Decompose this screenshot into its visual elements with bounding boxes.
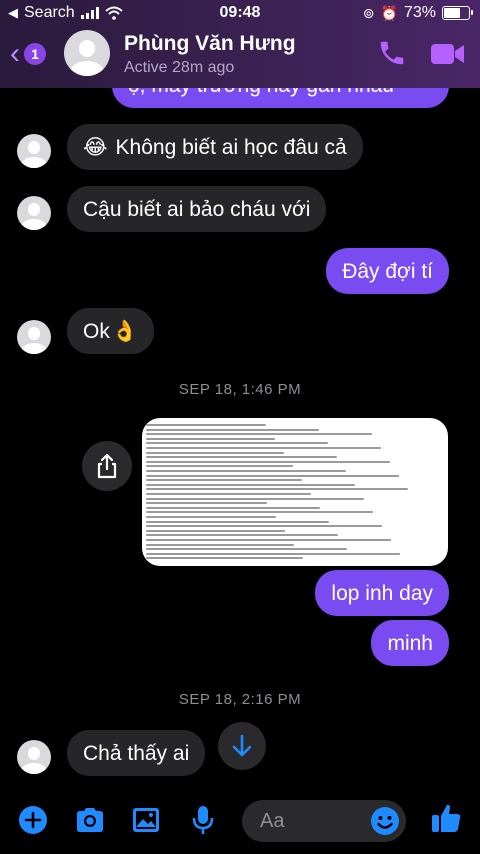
scroll-to-bottom-button[interactable] (218, 722, 266, 770)
contact-avatar[interactable] (17, 134, 51, 168)
thumbs-up-icon (432, 804, 461, 832)
message-text: minh (387, 631, 433, 655)
message-incoming[interactable]: Cậu biết ai bảo cháu với (67, 186, 327, 232)
more-actions-button[interactable] (17, 804, 49, 836)
screenshot-text-line (146, 474, 399, 477)
status-bar: ◀ Search 09:48 ⊚ ⏰ 73% (0, 0, 480, 26)
screenshot-text-line (146, 516, 276, 518)
screenshot-text-line (146, 543, 294, 546)
message-emoji: 😂 (83, 135, 108, 159)
camera-icon (77, 808, 103, 832)
message-text: Cậu biết ai bảo cháu với (83, 197, 311, 221)
screenshot-text-line (146, 557, 303, 560)
unread-count-badge: 1 (24, 43, 46, 65)
screenshot-text-line (146, 552, 400, 555)
screenshot-text-line (146, 479, 302, 482)
message-text: Đây đợi tí (342, 259, 433, 283)
contact-avatar[interactable] (17, 196, 51, 230)
message-text: Ok (83, 319, 110, 343)
emoji-icon[interactable] (370, 806, 400, 836)
message-incoming[interactable]: 😂 Không biết ai học đâu cả (67, 124, 363, 170)
contact-avatar-header[interactable] (64, 30, 110, 76)
message-text: Chả thấy ai (83, 741, 190, 765)
video-camera-icon (431, 44, 464, 64)
contact-name[interactable]: Phùng Văn Hưng (124, 32, 296, 56)
like-button[interactable] (430, 802, 462, 834)
message-input[interactable]: Aa (242, 800, 406, 842)
video-call-button[interactable] (430, 42, 466, 71)
screenshot-text-line (146, 520, 329, 523)
back-button[interactable]: ‹ 1 (10, 37, 46, 70)
gallery-icon (133, 808, 159, 832)
screenshot-text-line (146, 548, 347, 551)
call-button[interactable] (377, 38, 407, 73)
share-button[interactable] (82, 441, 132, 491)
screenshot-text-line (146, 456, 337, 459)
timestamp: SEP 18, 1:46 PM (178, 381, 302, 398)
screenshot-text-line (146, 428, 319, 431)
share-icon (97, 453, 117, 479)
screenshot-text-line (146, 497, 364, 500)
microphone-icon (192, 806, 214, 834)
screenshot-text-line (146, 465, 293, 468)
message-outgoing[interactable]: Đây đợi tí (326, 248, 449, 294)
screenshot-text-line (146, 534, 338, 537)
screenshot-text-line (146, 539, 391, 541)
screenshot-text-line (146, 529, 285, 532)
message-emoji: 👌 (111, 319, 138, 343)
screenshot-text-line (146, 424, 266, 426)
alarm-icon: ⏰ (380, 4, 398, 21)
screenshot-text-line (146, 437, 275, 440)
composer-bar (0, 790, 480, 854)
status-right: ⊚ ⏰ 73% (362, 4, 473, 22)
screenshot-text-line (146, 433, 372, 436)
plus-icon (19, 806, 47, 834)
screenshot-text-line (146, 511, 373, 514)
camera-button[interactable] (74, 804, 106, 836)
message-input-placeholder: Aa (260, 810, 285, 832)
battery-percent: 73% (403, 4, 436, 21)
timestamp: SEP 18, 2:16 PM (178, 691, 302, 708)
screenshot-text-line (146, 460, 390, 463)
battery-icon (442, 6, 473, 20)
message-text: lop inh day (331, 581, 433, 605)
screenshot-text-line (146, 488, 408, 491)
screenshot-text-line (146, 502, 267, 505)
screenshot-text-line (146, 442, 328, 445)
screenshot-text-line (146, 493, 311, 495)
message-outgoing[interactable]: minh (371, 620, 449, 666)
gallery-button[interactable] (130, 804, 162, 836)
voice-button[interactable] (187, 804, 219, 836)
message-incoming[interactable]: Chả thấy ai (67, 730, 206, 776)
active-status: Active 28m ago (124, 59, 235, 76)
rotation-lock-icon: ⊚ (362, 4, 375, 21)
chat-header: ◀ Search 09:48 ⊚ ⏰ 73% ‹ 1 Phùng Văn Hưn… (0, 0, 480, 88)
screenshot-image[interactable] (142, 418, 448, 566)
phone-icon (380, 41, 404, 65)
message-incoming[interactable]: Ok 👌 (67, 308, 154, 354)
back-chevron-icon: ‹ (10, 37, 20, 70)
message-text: Không biết ai học đâu cả (115, 135, 347, 159)
contact-avatar[interactable] (17, 320, 51, 354)
screenshot-text-line (146, 447, 381, 449)
message-list[interactable]: ọ, mấy trường hay gần nhau 😂 Không biết … (0, 0, 480, 790)
message-outgoing[interactable]: lop inh day (315, 570, 449, 616)
contact-avatar[interactable] (17, 740, 51, 774)
screenshot-text-line (146, 483, 355, 486)
screenshot-text-line (146, 506, 320, 509)
screenshot-text-line (146, 525, 382, 528)
arrow-down-icon (232, 734, 252, 757)
screenshot-text-line (146, 470, 346, 472)
screenshot-text-line (146, 451, 284, 454)
